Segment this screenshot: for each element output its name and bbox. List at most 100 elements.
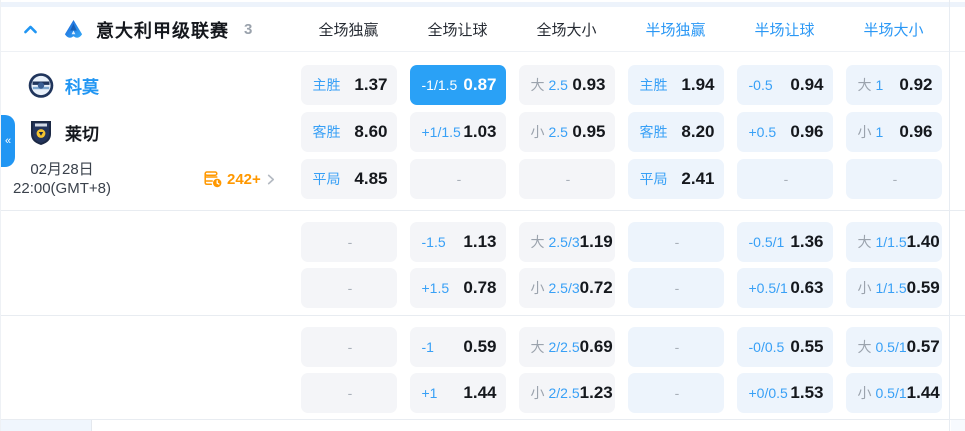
odds-track: 平局 4.85 — [294, 159, 403, 199]
odds-label: 平局 — [313, 169, 341, 189]
odds-value: 0.87 — [463, 75, 497, 94]
odds-cell[interactable]: 小 1/1.5 0.59 — [845, 268, 942, 308]
odds-line: -0.5/1 — [748, 234, 785, 250]
odds-track: +0/0.5 1.53 — [730, 373, 839, 413]
odds-cell-empty: - — [300, 373, 397, 413]
odds-cell[interactable]: -1.5 1.13 — [409, 222, 506, 262]
odds-track: 小 0.5/1 1.44 — [839, 373, 948, 413]
odds-track: 主胜 1.94 — [621, 65, 730, 105]
odds-track: 小 2.5/3 0.72 — [512, 268, 621, 308]
odds-line: 0.5/1 — [875, 385, 907, 401]
odds-line: 2/2.5 — [548, 339, 580, 355]
odds-cell[interactable]: 主胜 1.37 — [300, 65, 397, 105]
odds-track: +1.5 0.78 — [403, 268, 512, 308]
odds-cell[interactable]: -1 0.59 — [409, 327, 506, 367]
odds-track: - — [839, 159, 948, 199]
odds-label: -0.5/1 — [749, 234, 785, 250]
home-team[interactable]: 科莫 — [28, 65, 99, 105]
away-team[interactable]: 莱切 — [28, 112, 99, 152]
odds-track: - — [512, 159, 621, 199]
odds-cell[interactable]: 小 1 0.96 — [845, 112, 942, 152]
odds-label: +0.5/1 — [749, 280, 788, 296]
league-title: 意大利甲级联赛 — [96, 20, 229, 41]
odds-value: 0.63 — [790, 278, 824, 297]
odds-track: - — [294, 327, 403, 367]
odds-track: - — [294, 222, 403, 262]
odds-cell-empty: - — [627, 327, 724, 367]
away-team-name: 莱切 — [65, 124, 99, 144]
odds-cell[interactable]: 小 2/2.5 1.23 — [518, 373, 615, 413]
odds-track: 大 2.5/3 1.19 — [512, 222, 621, 262]
odds-cell[interactable]: -0.5 0.94 — [736, 65, 833, 105]
odds-value: 1.13 — [463, 232, 497, 251]
odds-cell[interactable]: 大 2/2.5 0.69 — [518, 327, 615, 367]
odds-track: 大 1 0.92 — [839, 65, 948, 105]
odds-cell[interactable]: 大 2.5/3 1.19 — [518, 222, 615, 262]
odds-line: +0/0.5 — [748, 385, 788, 401]
odds-line: 主胜 — [312, 77, 341, 93]
odds-cell[interactable]: 大 1/1.5 1.40 — [845, 222, 942, 262]
odds-label: 小 2.5/3 — [531, 278, 580, 298]
odds-track: - — [730, 159, 839, 199]
odds-cell[interactable]: 平局 4.85 — [300, 159, 397, 199]
odds-prefix: 大 — [530, 339, 545, 355]
odds-cell[interactable]: 主胜 1.94 — [627, 65, 724, 105]
panel-right-divider — [949, 0, 950, 431]
odds-line: 2.5/3 — [548, 234, 580, 250]
odds-line: +1.5 — [421, 280, 450, 296]
odds-track: - — [294, 268, 403, 308]
odds-cell[interactable]: 大 1 0.92 — [845, 65, 942, 105]
empty-dash: - — [456, 171, 462, 187]
odds-label: -1/1.5 — [422, 77, 458, 93]
match-datetime: 02月28日 22:00(GMT+8) — [1, 159, 123, 199]
odds-cell[interactable]: +1.5 0.78 — [409, 268, 506, 308]
odds-cell[interactable]: +0.5 0.96 — [736, 112, 833, 152]
odds-track: - — [621, 222, 730, 262]
odds-line: +0.5 — [748, 124, 777, 140]
odds-cell-empty: - — [627, 268, 724, 308]
odds-line: 1/1.5 — [875, 234, 907, 250]
match-time: 22:00(GMT+8) — [13, 180, 111, 197]
odds-value: 1.23 — [579, 383, 613, 402]
odds-cell-empty: - — [300, 327, 397, 367]
odds-cell-empty: - — [627, 222, 724, 262]
odds-value: 0.59 — [906, 278, 940, 297]
odds-value: 0.57 — [906, 337, 940, 356]
odds-label: +1/1.5 — [422, 124, 461, 140]
odds-value: 8.60 — [354, 122, 388, 141]
odds-cell[interactable]: 大 2.5 0.93 — [518, 65, 615, 105]
empty-dash: - — [565, 171, 571, 187]
odds-cell[interactable]: +1/1.5 1.03 — [409, 112, 506, 152]
odds-cell[interactable]: 小 0.5/1 1.44 — [845, 373, 942, 413]
odds-prefix: 大 — [857, 234, 872, 250]
odds-cell[interactable]: 大 0.5/1 0.57 — [845, 327, 942, 367]
odds-section-3: - -1 0.59 大 2/2.5 0.69- -0/0.5 0.55 大 0.5/1 0.57- +… — [294, 327, 948, 413]
odds-label: 大 2.5/3 — [531, 232, 580, 252]
odds-cell[interactable]: +0/0.5 1.53 — [736, 373, 833, 413]
odds-value: 0.69 — [579, 337, 613, 356]
collapse-chevron-up-icon[interactable] — [22, 21, 39, 38]
odds-cell[interactable]: 平局 2.41 — [627, 159, 724, 199]
odds-line: -1/1.5 — [421, 77, 458, 93]
markets-coins-icon — [204, 171, 222, 188]
odds-cell[interactable]: -1/1.5 0.87 — [409, 65, 506, 105]
odds-prefix: 大 — [530, 234, 545, 250]
odds-cell[interactable]: +0.5/1 0.63 — [736, 268, 833, 308]
odds-value: 1.94 — [681, 75, 715, 94]
odds-cell[interactable]: 客胜 8.20 — [627, 112, 724, 152]
top-strip — [1, 0, 965, 8]
odds-label: -1 — [422, 339, 434, 355]
odds-cell[interactable]: 小 2.5/3 0.72 — [518, 268, 615, 308]
odds-track: 大 2.5 0.93 — [512, 65, 621, 105]
odds-cell[interactable]: -0/0.5 0.55 — [736, 327, 833, 367]
odds-line: 2.5 — [548, 124, 568, 140]
odds-cell[interactable]: +1 1.44 — [409, 373, 506, 413]
odds-line: 平局 — [639, 171, 668, 187]
odds-value: 4.85 — [354, 169, 388, 188]
odds-cell[interactable]: 小 2.5 0.95 — [518, 112, 615, 152]
more-markets-link[interactable]: 242+ — [204, 159, 276, 199]
odds-cell[interactable]: -0.5/1 1.36 — [736, 222, 833, 262]
odds-label: 客胜 — [640, 122, 668, 142]
odds-cell[interactable]: 客胜 8.60 — [300, 112, 397, 152]
odds-line: 平局 — [312, 171, 341, 187]
